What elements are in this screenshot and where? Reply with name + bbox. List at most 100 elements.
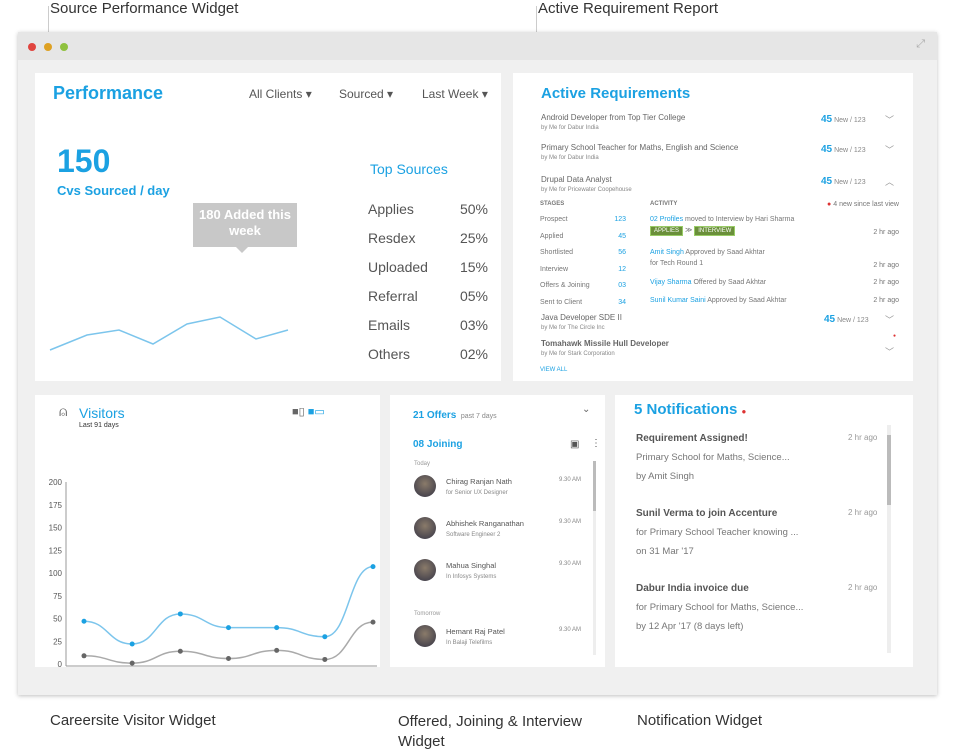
data-point-mobile <box>129 660 135 666</box>
person-name[interactable]: Mahua Singhal <box>446 561 496 570</box>
avatar <box>414 625 436 647</box>
series-line-desktop <box>83 565 374 645</box>
source-row: Uploaded 15% <box>368 259 488 288</box>
data-point-desktop <box>226 625 231 631</box>
activity-text: Offered by Saad Akhtar <box>691 279 767 286</box>
data-point-desktop <box>177 611 183 617</box>
source-name: Others <box>368 346 411 362</box>
notification-title[interactable]: Dabur India invoice due <box>636 583 749 594</box>
y-tick-label: 50 <box>53 615 62 624</box>
scrollbar[interactable] <box>593 461 596 655</box>
source-pct: 05% <box>459 288 488 304</box>
requirement-item[interactable]: Drupal Data Analyst by Me for Pricewater … <box>541 175 632 193</box>
performance-widget: Performance All Clients ▾ Sourced ▾ Last… <box>35 73 501 381</box>
person-name[interactable]: Abhishek Ranganathan <box>446 519 524 528</box>
person-sub: for Senior UX Designer <box>446 490 508 496</box>
y-tick-label: 0 <box>58 660 63 667</box>
annotation: Careersite Visitor Widget <box>50 712 216 729</box>
chevron-down-icon[interactable]: ﹀ <box>885 113 894 126</box>
stage-count[interactable]: 34 <box>608 299 626 306</box>
person-sub: Software Engineer 2 <box>446 532 501 538</box>
chevron-down-icon[interactable]: ﹀ <box>885 313 894 326</box>
data-point-desktop <box>129 641 135 647</box>
person-time: 9.30 AM <box>559 477 582 483</box>
notification-line: for Primary School for Maths, Science... <box>636 602 804 613</box>
requirement-item[interactable]: Primary School Teacher for Maths, Englis… <box>541 143 738 161</box>
requirement-sub: by Me for Pricewater Coopehouse <box>541 187 632 193</box>
requirement-item[interactable]: Tomahawk Missile Hull Developer by Me for… <box>541 339 669 357</box>
offers-count: 21 Offers <box>413 410 457 421</box>
notification-line: for Primary School Teacher knowing ... <box>636 527 799 538</box>
avatar <box>414 517 436 539</box>
source-name: Referral <box>368 288 418 304</box>
count-rest: New / 123 <box>837 317 869 324</box>
y-tick-label: 75 <box>53 592 62 601</box>
source-pct: 25% <box>459 230 488 246</box>
activity-time: 2 hr ago <box>873 297 899 304</box>
expand-icon[interactable]: ⤢ <box>916 38 925 51</box>
stage-count[interactable]: 123 <box>608 216 626 223</box>
requirement-count: 45 New / 123 <box>824 314 869 325</box>
scrollbar[interactable] <box>887 425 891 653</box>
notification-title[interactable]: Requirement Assigned! <box>636 433 748 444</box>
activity-link[interactable]: Sunil Kumar Saini <box>650 297 706 304</box>
data-point-mobile <box>226 656 231 662</box>
view-all-link[interactable]: VIEW ALL <box>540 367 567 373</box>
close-button[interactable] <box>28 43 36 51</box>
person-name[interactable]: Hemant Raj Patel <box>446 627 505 636</box>
activity-time: 2 hr ago <box>873 229 899 236</box>
activity-item: 02 Profiles moved to Interview by Hari S… <box>650 216 794 236</box>
new-count: 45 <box>821 144 833 155</box>
stage-count[interactable]: 45 <box>608 233 626 240</box>
person-name[interactable]: Chirag Ranjan Nath <box>446 477 512 486</box>
activity-link[interactable]: Vijay Sharma <box>650 279 692 286</box>
new-count: 45 <box>824 314 836 325</box>
notification-time: 2 hr ago <box>848 508 878 517</box>
activity-item: Amit Singh Approved by Saad Akhtar for Te… <box>650 249 765 267</box>
chevron-down-icon[interactable]: ﹀ <box>885 345 894 358</box>
requirement-item[interactable]: Java Developer SDE II by Me for The Circl… <box>541 313 622 331</box>
chevron-up-icon[interactable]: ︿ <box>885 175 894 188</box>
requirement-title: Drupal Data Analyst <box>541 175 612 184</box>
activity-text: Approved by Saad Akhtar <box>705 297 787 304</box>
source-pct: 50% <box>459 201 488 217</box>
avatar <box>414 475 436 497</box>
stage-count[interactable]: 12 <box>608 266 626 273</box>
y-tick-label: 200 <box>49 478 63 487</box>
requirement-item[interactable]: Android Developer from Top Tier College b… <box>541 113 685 131</box>
requirement-sub: by Me for Dabur India <box>541 155 599 161</box>
minimize-button[interactable] <box>44 43 52 51</box>
requirement-count: 45 New / 123 <box>821 176 866 187</box>
group-label: Today <box>414 461 431 467</box>
y-tick-label: 25 <box>53 637 62 646</box>
avatar <box>414 559 436 581</box>
data-point-mobile <box>274 647 280 653</box>
widget-title: 5 Notifications ● <box>634 401 747 418</box>
more-icon[interactable]: ⋮ <box>591 438 601 449</box>
notification-title[interactable]: Sunil Verma to join Accenture <box>636 508 777 519</box>
data-point-mobile <box>322 656 328 662</box>
stage-count[interactable]: 03 <box>608 282 626 289</box>
data-point-mobile <box>81 653 87 659</box>
y-tick-label: 175 <box>49 501 63 510</box>
alert-dot: ● <box>893 333 897 339</box>
calendar-icon[interactable]: ▣ <box>570 439 579 450</box>
app-window: ⤢ Performance All Clients ▾ Sourced ▾ La… <box>18 32 937 695</box>
activity-text: moved to Interview by Hari Sharma <box>683 216 795 223</box>
activity-link[interactable]: 02 Profiles <box>650 216 683 223</box>
filter-sourced[interactable]: Sourced ▾ <box>339 87 393 101</box>
notification-line: Primary School for Maths, Science... <box>636 452 790 463</box>
filter-period[interactable]: Last Week ▾ <box>422 87 488 101</box>
stage-count[interactable]: 56 <box>608 249 626 256</box>
notification-line: by Amit Singh <box>636 471 695 482</box>
maximize-button[interactable] <box>60 43 68 51</box>
activity-link[interactable]: Amit Singh <box>650 249 684 256</box>
person-sub: In Infosys Systems <box>446 574 497 580</box>
chevron-down-icon[interactable]: ﹀ <box>885 143 894 156</box>
data-point-mobile <box>370 619 376 625</box>
stage-name: Offers & Joining <box>540 282 590 289</box>
activity-text: Approved by Saad Akhtar <box>683 249 765 256</box>
annotation: Notification Widget <box>637 712 763 729</box>
requirement-count: 45 New / 123 <box>821 114 866 125</box>
chevron-down-icon[interactable]: ⌄ <box>582 404 590 415</box>
